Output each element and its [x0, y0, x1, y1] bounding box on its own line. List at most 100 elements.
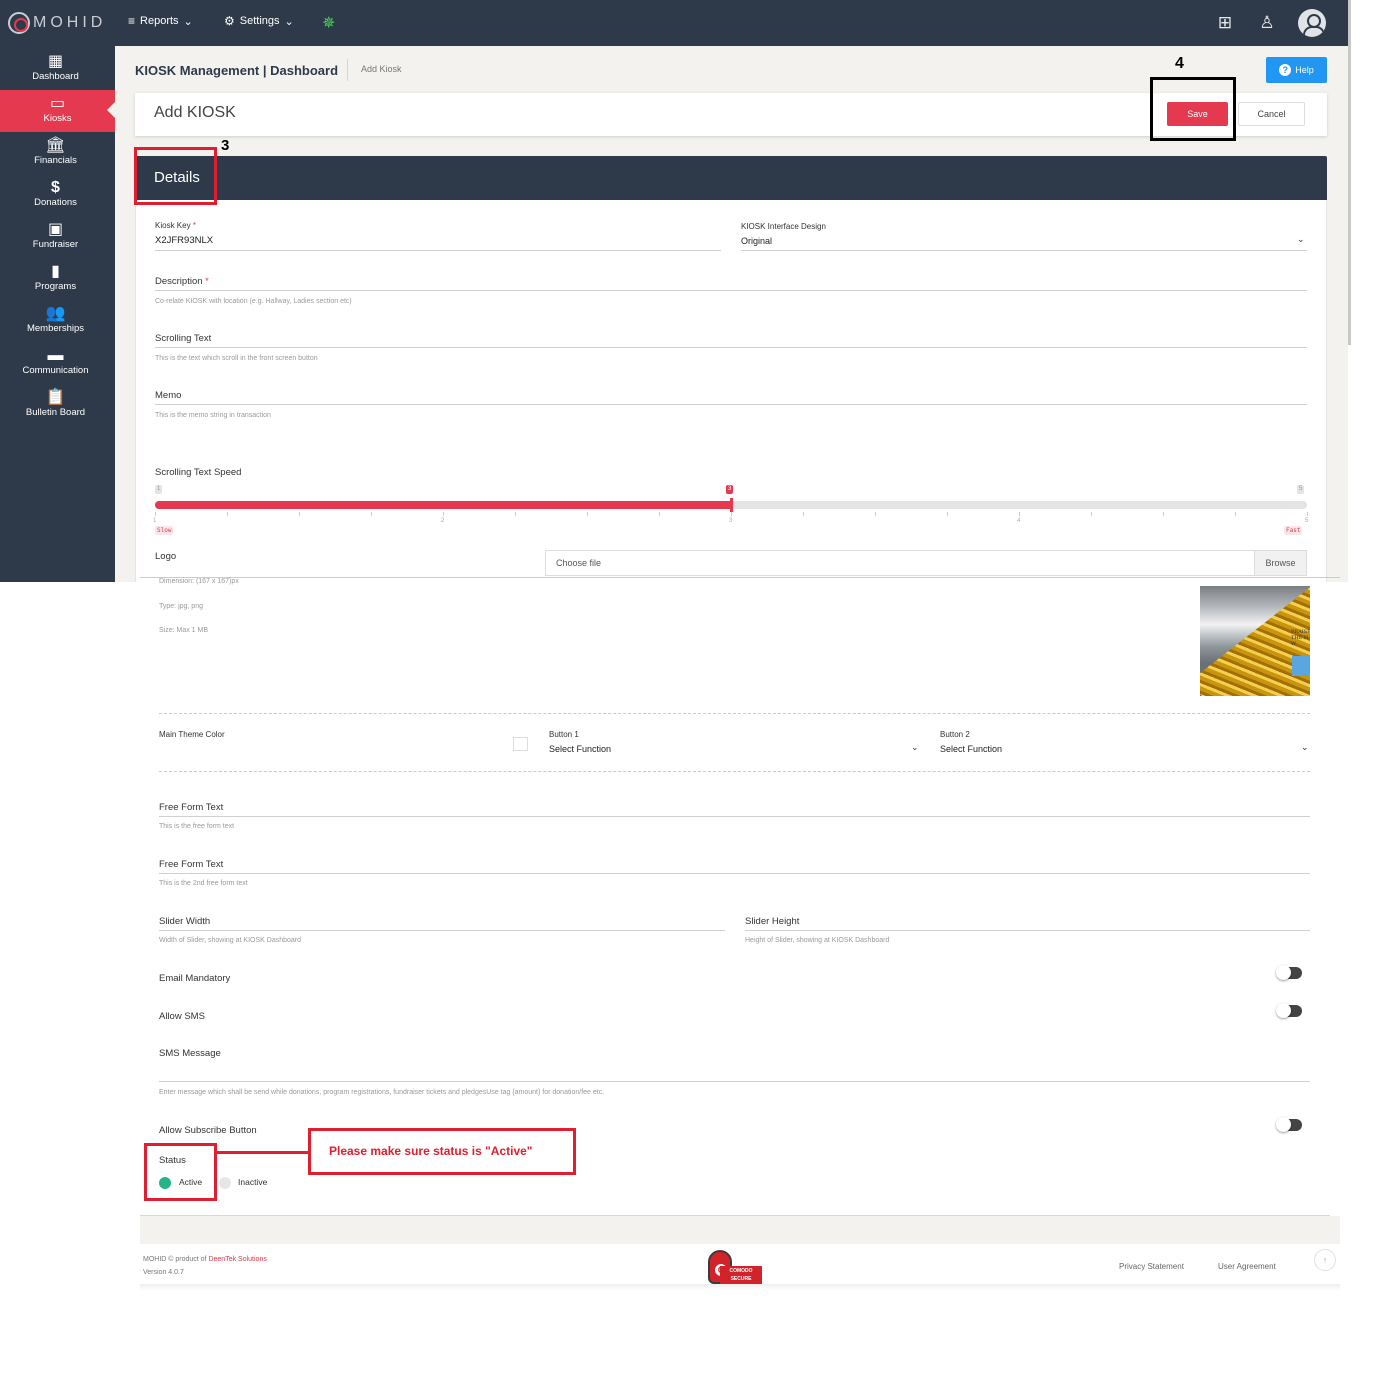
- chevron-down-icon[interactable]: ⌄: [1301, 742, 1309, 753]
- slider-tick: [947, 512, 948, 516]
- slider-tick: [299, 512, 300, 516]
- annotation-step3: 3: [221, 137, 230, 154]
- sidebar-item-communication[interactable]: ▬ Communication: [0, 342, 111, 384]
- question-icon: ?: [1279, 64, 1292, 76]
- free-form-field[interactable]: [159, 816, 1310, 817]
- calendar-icon: ▣: [47, 221, 64, 238]
- button1-select[interactable]: Select Function: [549, 744, 611, 754]
- slider-tick: [803, 512, 804, 516]
- company-link[interactable]: DeenTek Solutions: [208, 1256, 266, 1263]
- active-notch: [107, 102, 115, 118]
- description-field[interactable]: [155, 290, 1307, 291]
- sidebar-item-dashboard[interactable]: ▦ Dashboard: [0, 48, 111, 90]
- page-title: KIOSK Management | Dashboard: [135, 63, 339, 78]
- speed-slider-handle[interactable]: [730, 498, 733, 512]
- add-window-icon[interactable]: ⊞: [1214, 12, 1236, 34]
- logo-size-hint: Size: Max 1 MB: [159, 627, 209, 634]
- sidebar-item-financials[interactable]: 🏛 Financials: [0, 132, 111, 174]
- scroll-to-top-button[interactable]: ↑: [1314, 1249, 1336, 1271]
- footer-version: Version 4.0.7: [143, 1269, 184, 1276]
- sidebar-item-label: Financials: [34, 155, 77, 166]
- sidebar-item-fundraiser[interactable]: ▣ Fundraiser: [0, 216, 111, 258]
- status-inactive-label[interactable]: Inactive: [238, 1177, 267, 1187]
- sms-message-field[interactable]: [159, 1081, 1310, 1082]
- interface-underline: [741, 250, 1307, 251]
- free-form-label: Free Form Text: [159, 802, 224, 813]
- sidebar-item-label: Bulletin Board: [25, 407, 86, 418]
- sidebar-item-label: Memberships: [26, 323, 85, 334]
- status-inactive-radio[interactable]: [219, 1177, 231, 1189]
- slider-width-hint: Width of Slider, showing at KIOSK Dashbo…: [159, 937, 302, 944]
- slider-tick-label: 3: [729, 518, 733, 524]
- privacy-statement-link[interactable]: Privacy Statement: [1119, 1262, 1184, 1271]
- button2-label: Button 2: [940, 730, 970, 739]
- memo-field[interactable]: [155, 404, 1307, 405]
- speed-max-tag: 5: [1297, 485, 1305, 494]
- annotation-box-status: [144, 1143, 217, 1201]
- breadcrumb-current[interactable]: Add Kiosk: [361, 64, 402, 74]
- slider-width-field[interactable]: [159, 930, 725, 931]
- sidebar-item-bulletin-board[interactable]: 📋 Bulletin Board: [0, 384, 111, 426]
- sidebar-item-programs[interactable]: ▮ Programs: [0, 258, 111, 300]
- memo-label: Memo: [155, 390, 182, 401]
- sidebar-item-memberships[interactable]: 👥 Memberships: [0, 300, 111, 342]
- reports-menu[interactable]: ≡ Reports ⌄: [128, 14, 193, 28]
- email-mandatory-toggle[interactable]: [1276, 965, 1302, 980]
- slider-height-label: Slider Height: [745, 916, 800, 927]
- user-avatar[interactable]: [1298, 9, 1326, 37]
- help-button[interactable]: ? Help: [1266, 57, 1327, 83]
- allow-subscribe-toggle[interactable]: [1276, 1117, 1302, 1132]
- slider-tick: [371, 512, 372, 516]
- speed-slider-fill: [155, 501, 731, 509]
- bank-icon: 🏛: [45, 137, 66, 154]
- settings-label: Settings: [239, 15, 280, 27]
- chevron-down-icon[interactable]: ⌄: [911, 742, 919, 753]
- settings-menu[interactable]: ⚙ Settings ⌄: [224, 14, 294, 28]
- annotation-step4: 4: [1175, 55, 1184, 72]
- logo-file-input[interactable]: [545, 550, 1307, 576]
- window-scrollbar[interactable]: [1348, 0, 1351, 345]
- allow-subscribe-label: Allow Subscribe Button: [159, 1125, 257, 1136]
- slider-tick-label: 2: [441, 518, 445, 524]
- user-agreement-link[interactable]: User Agreement: [1218, 1262, 1276, 1271]
- choose-file-label: Choose file: [556, 558, 602, 568]
- green-gear-icon[interactable]: ✵: [322, 13, 335, 33]
- slider-tick: [1019, 512, 1020, 516]
- sidebar-item-kiosks[interactable]: ▭ Kiosks: [0, 90, 115, 132]
- scrolling-text-field[interactable]: [155, 347, 1307, 348]
- slider-tick: [155, 512, 156, 516]
- details-header: [135, 156, 1327, 200]
- button2-select[interactable]: Select Function: [940, 744, 1002, 754]
- slider-tick-label: 5: [1305, 518, 1309, 524]
- users-icon[interactable]: ♙: [1256, 12, 1278, 34]
- allow-sms-label: Allow SMS: [159, 1011, 205, 1022]
- email-mandatory-label: Email Mandatory: [159, 973, 231, 984]
- slider-tick: [227, 512, 228, 516]
- slider-tick: [659, 512, 660, 516]
- help-label: Help: [1295, 65, 1314, 75]
- free-form2-label: Free Form Text: [159, 859, 224, 870]
- chevron-down-icon: ⌄: [183, 15, 193, 28]
- interface-design-select[interactable]: Original: [741, 236, 772, 246]
- list-icon: ≡: [128, 14, 136, 28]
- allow-sms-toggle[interactable]: [1276, 1003, 1302, 1018]
- app-logo[interactable]: MOHID: [8, 11, 106, 35]
- theme-color-picker[interactable]: [513, 737, 528, 751]
- button1-label: Button 1: [549, 730, 579, 739]
- kiosk-icon: ▭: [49, 95, 66, 112]
- dashed-divider: [159, 771, 1310, 772]
- footer-gap: [140, 1216, 1340, 1244]
- logo-label: Logo: [155, 551, 177, 562]
- comodo-label: COMODO SECURE: [720, 1266, 762, 1284]
- free-form2-field[interactable]: [159, 873, 1310, 874]
- chevron-down-icon[interactable]: ⌄: [1297, 234, 1305, 245]
- page-margin: [1348, 0, 1378, 500]
- cancel-button[interactable]: Cancel: [1238, 102, 1305, 126]
- slider-tick-label: 4: [1017, 518, 1021, 524]
- browse-button[interactable]: Browse: [1254, 551, 1306, 575]
- kiosk-key-field[interactable]: X2JFR93NLX: [155, 235, 213, 246]
- slider-height-field[interactable]: [745, 930, 1310, 931]
- add-kiosk-header: [135, 93, 1327, 136]
- sidebar-item-donations[interactable]: $ Donations: [0, 174, 111, 216]
- free-form2-hint: This is the 2nd free form text: [159, 880, 248, 887]
